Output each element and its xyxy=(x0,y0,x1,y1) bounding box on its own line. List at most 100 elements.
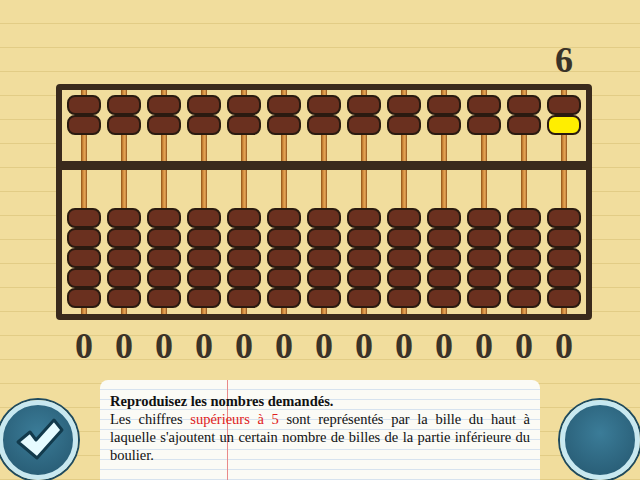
upper-bead[interactable] xyxy=(67,95,101,115)
lower-bead[interactable] xyxy=(187,248,221,268)
upper-bead[interactable] xyxy=(187,95,221,115)
upper-bead[interactable] xyxy=(427,115,461,135)
header: 6 xyxy=(0,0,640,84)
lower-bead[interactable] xyxy=(267,208,301,228)
lower-bead[interactable] xyxy=(307,248,341,268)
lower-bead[interactable] xyxy=(387,288,421,308)
upper-bead[interactable] xyxy=(227,115,261,135)
lower-bead[interactable] xyxy=(547,288,581,308)
upper-bead[interactable] xyxy=(467,115,501,135)
lower-bead[interactable] xyxy=(187,288,221,308)
lower-bead[interactable] xyxy=(507,268,541,288)
rod xyxy=(184,170,224,314)
upper-bead[interactable] xyxy=(67,115,101,135)
upper-bead[interactable] xyxy=(547,95,581,115)
lower-bead[interactable] xyxy=(227,268,261,288)
upper-bead[interactable] xyxy=(507,115,541,135)
lower-bead[interactable] xyxy=(267,228,301,248)
lower-bead[interactable] xyxy=(547,248,581,268)
lower-bead[interactable] xyxy=(107,288,141,308)
lower-bead[interactable] xyxy=(547,268,581,288)
upper-bead[interactable] xyxy=(307,95,341,115)
upper-bead[interactable] xyxy=(427,95,461,115)
lower-bead[interactable] xyxy=(507,208,541,228)
lower-bead[interactable] xyxy=(107,208,141,228)
next-button[interactable] xyxy=(560,400,640,480)
lower-bead[interactable] xyxy=(467,208,501,228)
lower-bead[interactable] xyxy=(67,248,101,268)
lower-bead[interactable] xyxy=(347,248,381,268)
upper-bead[interactable] xyxy=(467,95,501,115)
lower-bead[interactable] xyxy=(467,268,501,288)
lower-bead[interactable] xyxy=(427,268,461,288)
lower-bead[interactable] xyxy=(387,248,421,268)
lower-bead[interactable] xyxy=(347,288,381,308)
lower-bead[interactable] xyxy=(107,268,141,288)
lower-bead[interactable] xyxy=(427,288,461,308)
lower-bead[interactable] xyxy=(307,228,341,248)
lower-bead[interactable] xyxy=(67,228,101,248)
lower-bead[interactable] xyxy=(187,228,221,248)
lower-bead[interactable] xyxy=(67,208,101,228)
lower-bead[interactable] xyxy=(307,288,341,308)
lower-bead[interactable] xyxy=(187,208,221,228)
lower-bead[interactable] xyxy=(347,268,381,288)
lower-bead[interactable] xyxy=(107,228,141,248)
lower-bead[interactable] xyxy=(467,288,501,308)
lower-bead[interactable] xyxy=(387,268,421,288)
lower-bead[interactable] xyxy=(347,228,381,248)
lower-bead[interactable] xyxy=(547,208,581,228)
lower-bead[interactable] xyxy=(467,248,501,268)
lower-bead[interactable] xyxy=(147,208,181,228)
lower-bead[interactable] xyxy=(347,208,381,228)
lower-bead[interactable] xyxy=(307,268,341,288)
lower-bead[interactable] xyxy=(227,208,261,228)
upper-bead[interactable] xyxy=(107,115,141,135)
validate-button[interactable] xyxy=(0,400,78,480)
upper-bead[interactable] xyxy=(147,95,181,115)
lower-bead[interactable] xyxy=(147,248,181,268)
target-number: 6 xyxy=(540,38,588,84)
lower-bead[interactable] xyxy=(267,288,301,308)
lower-bead[interactable] xyxy=(307,208,341,228)
upper-bead[interactable] xyxy=(347,115,381,135)
lower-bead[interactable] xyxy=(507,288,541,308)
lower-bead[interactable] xyxy=(147,288,181,308)
lower-bead[interactable] xyxy=(267,268,301,288)
lower-bead[interactable] xyxy=(387,208,421,228)
lower-bead[interactable] xyxy=(147,228,181,248)
lower-bead[interactable] xyxy=(227,228,261,248)
lower-bead[interactable] xyxy=(547,228,581,248)
upper-bead[interactable] xyxy=(267,115,301,135)
upper-bead[interactable] xyxy=(507,95,541,115)
lower-bead[interactable] xyxy=(427,228,461,248)
lower-bead[interactable] xyxy=(507,228,541,248)
rod xyxy=(344,90,384,161)
upper-bead[interactable] xyxy=(107,95,141,115)
lower-bead[interactable] xyxy=(467,228,501,248)
upper-bead[interactable] xyxy=(267,95,301,115)
upper-bead[interactable] xyxy=(347,95,381,115)
lower-bead[interactable] xyxy=(147,268,181,288)
upper-bead[interactable] xyxy=(187,115,221,135)
rod xyxy=(264,90,304,161)
lower-bead[interactable] xyxy=(387,228,421,248)
lower-bead[interactable] xyxy=(227,248,261,268)
lower-bead[interactable] xyxy=(507,248,541,268)
upper-bead[interactable] xyxy=(547,115,581,135)
upper-bead[interactable] xyxy=(387,95,421,115)
lower-bead[interactable] xyxy=(227,288,261,308)
lower-bead[interactable] xyxy=(107,248,141,268)
upper-bead[interactable] xyxy=(147,115,181,135)
lower-bead[interactable] xyxy=(67,268,101,288)
lower-bead[interactable] xyxy=(267,248,301,268)
upper-bead[interactable] xyxy=(227,95,261,115)
lower-bead[interactable] xyxy=(67,288,101,308)
rod-digit: 0 xyxy=(224,324,264,368)
rod xyxy=(144,90,184,161)
upper-bead[interactable] xyxy=(387,115,421,135)
lower-bead[interactable] xyxy=(427,248,461,268)
lower-bead[interactable] xyxy=(187,268,221,288)
upper-bead[interactable] xyxy=(307,115,341,135)
lower-bead[interactable] xyxy=(427,208,461,228)
